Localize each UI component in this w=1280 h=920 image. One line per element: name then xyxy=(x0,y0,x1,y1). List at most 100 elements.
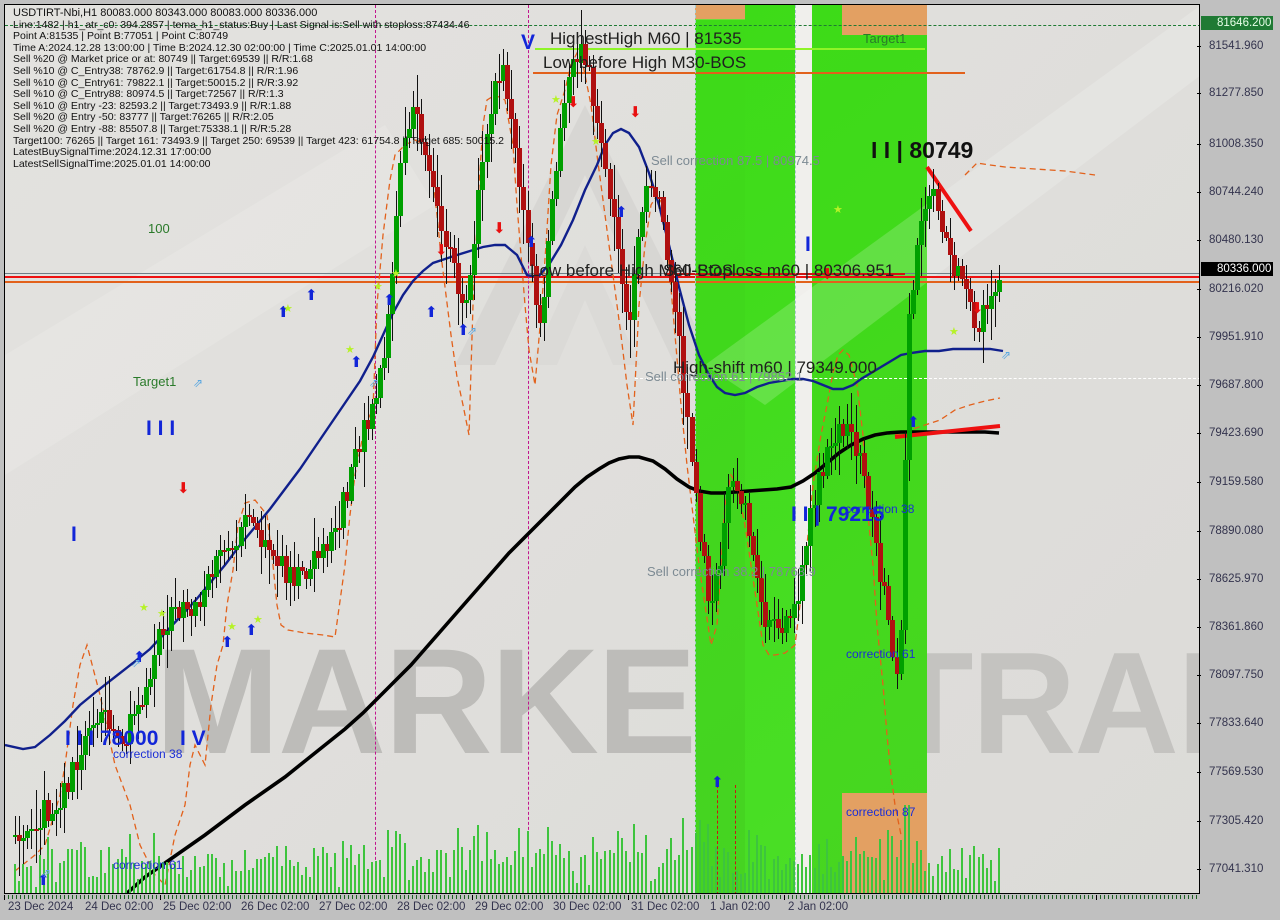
volume-bar xyxy=(952,868,955,893)
volume-bar xyxy=(838,862,841,893)
volume-bar xyxy=(686,850,689,893)
volume-bar xyxy=(698,820,701,893)
hollow-arrow-icon: ⇗ xyxy=(193,376,204,390)
candle-body xyxy=(623,284,629,313)
time-ruler-tick xyxy=(432,895,433,899)
time-ruler-tick xyxy=(1076,895,1077,899)
volume-bar xyxy=(198,866,201,893)
volume-bar xyxy=(387,829,390,893)
volume-bar xyxy=(883,880,886,893)
time-ruler-tick xyxy=(8,895,9,899)
price-tick-label: 78625.970 xyxy=(1209,573,1264,585)
time-ruler-tick xyxy=(632,895,633,899)
volume-bar xyxy=(547,827,549,893)
wave-label-III-78000: I I I 78000 xyxy=(65,727,159,750)
time-ruler-tick xyxy=(932,895,933,899)
time-ruler-tick xyxy=(796,895,797,899)
volume-bar xyxy=(91,875,94,893)
time-ruler-tick xyxy=(904,895,905,899)
time-ruler-tick xyxy=(144,895,145,899)
time-ruler-tick xyxy=(612,895,613,899)
time-ruler-tick xyxy=(1060,895,1061,899)
volume-bar xyxy=(940,856,943,893)
star-marker-icon: ★ xyxy=(157,608,167,620)
time-tick-label: 31 Dec 02:00 xyxy=(631,901,700,913)
time-ruler-tick xyxy=(164,895,165,899)
volume-bar xyxy=(432,871,435,893)
time-ruler-tick xyxy=(516,895,517,899)
volume-bar xyxy=(735,870,738,893)
time-axis[interactable]: 23 Dec 2024 24 Dec 02:00 25 Dec 02:00 26 De… xyxy=(4,895,1280,920)
price-axis[interactable]: 81646.200 81541.960 81277.850 81008.350 8074… xyxy=(1197,4,1280,894)
volume-bar xyxy=(530,867,533,893)
volume-bar xyxy=(514,851,517,893)
time-ruler-tick xyxy=(56,895,57,899)
volume-bar xyxy=(137,879,139,893)
time-ruler-tick xyxy=(852,895,853,899)
price-tick-mark xyxy=(1197,482,1201,483)
time-ruler-tick xyxy=(316,895,317,900)
time-ruler-tick xyxy=(880,895,881,899)
volume-bar xyxy=(944,872,947,893)
volume-bar xyxy=(670,838,672,893)
volume-bar xyxy=(317,856,320,893)
candle-wick xyxy=(789,609,791,628)
candle-body xyxy=(783,616,789,633)
volume-bar xyxy=(694,832,697,893)
time-ruler-tick xyxy=(1088,895,1089,899)
volume-bar xyxy=(801,853,804,893)
time-ruler-tick xyxy=(1100,895,1101,899)
candle-body xyxy=(792,604,797,619)
volume-bar xyxy=(879,839,882,893)
volume-bar xyxy=(362,845,365,893)
time-ruler-tick xyxy=(68,895,69,899)
star-marker-icon: ★ xyxy=(283,303,293,315)
time-ruler-tick xyxy=(908,895,909,899)
candle-body xyxy=(554,170,560,200)
volume-bar xyxy=(780,870,783,893)
volume-bar xyxy=(555,855,558,893)
chart-plot-area[interactable]: MARKETZ TRADE xyxy=(4,4,1200,894)
trading-chart-window: MARKETZ TRADE xyxy=(0,0,1280,920)
candle-body xyxy=(615,216,621,249)
time-ruler-tick xyxy=(1104,895,1105,899)
candle-body xyxy=(234,546,240,550)
time-ruler-tick xyxy=(856,895,857,899)
candle-body xyxy=(939,211,945,233)
candle-body xyxy=(919,220,925,245)
time-ruler-tick xyxy=(584,895,585,899)
time-ruler-tick xyxy=(28,895,29,899)
price-tick-label: 80744.240 xyxy=(1209,186,1264,198)
volume-bar xyxy=(981,854,984,893)
candle-body xyxy=(804,545,810,566)
volume-bar xyxy=(563,858,566,893)
time-ruler-tick xyxy=(116,895,117,899)
volume-bar xyxy=(465,869,467,893)
price-tick: 80336.000 xyxy=(1201,262,1273,276)
volume-bar xyxy=(620,837,623,893)
volume-bar xyxy=(784,863,787,893)
time-ruler-tick xyxy=(256,895,257,899)
time-ruler-tick xyxy=(776,895,777,899)
volume-bar xyxy=(50,849,53,893)
time-ruler-tick xyxy=(444,895,445,899)
price-tick: 79951.910 xyxy=(1197,331,1263,343)
volume-bar xyxy=(723,847,726,893)
time-ruler-tick xyxy=(200,895,201,899)
volume-bar xyxy=(501,861,504,893)
time-ruler-tick xyxy=(352,895,353,899)
candle-body xyxy=(349,467,355,501)
watermark-right: TRADE xyxy=(885,622,1199,784)
wave-label-IV: I V xyxy=(180,727,206,750)
time-ruler-tick xyxy=(792,895,793,899)
candle-body xyxy=(439,206,445,231)
buy-arrow-icon: ⬆ xyxy=(350,354,363,371)
volume-bar xyxy=(661,863,664,893)
volume-bar xyxy=(706,823,709,893)
price-tick: 77041.310 xyxy=(1197,863,1263,875)
time-ruler-tick xyxy=(988,895,989,899)
time-ruler-tick xyxy=(764,895,765,899)
volume-bar xyxy=(825,839,828,893)
volume-bar xyxy=(727,852,730,893)
hollow-arrow-icon: ⇗ xyxy=(467,324,478,338)
